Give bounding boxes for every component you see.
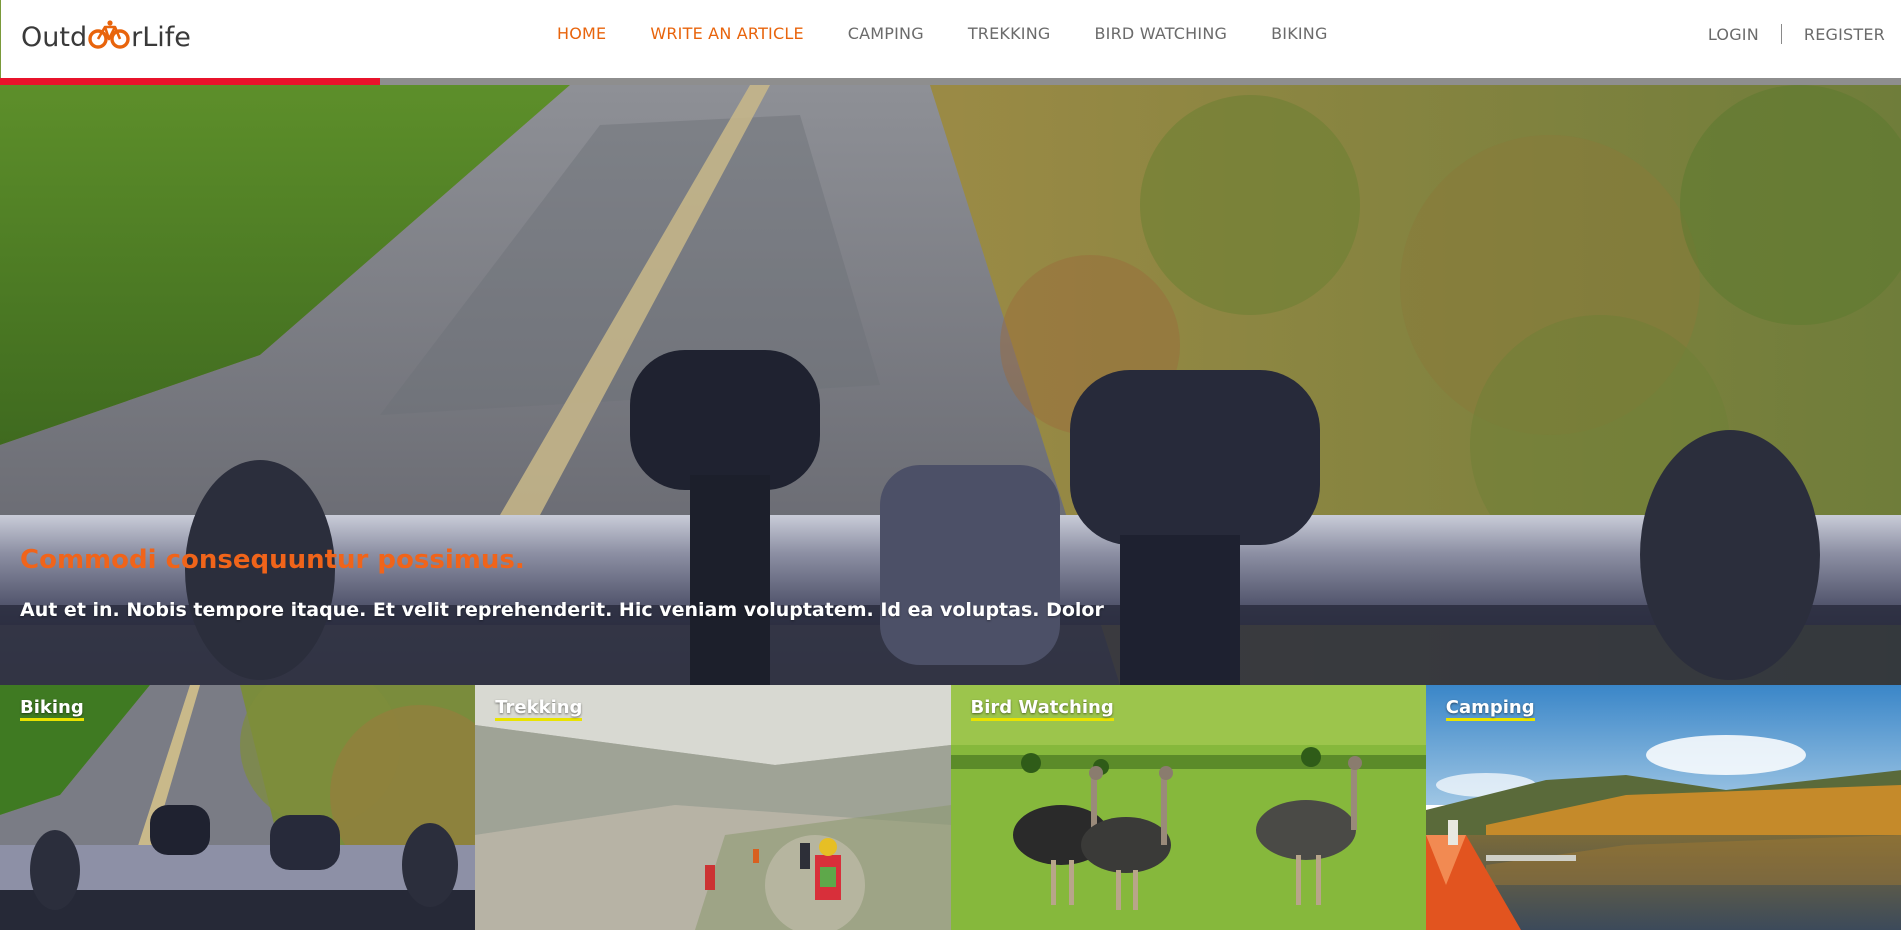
- hero-bike-road-image: [0, 85, 1901, 685]
- trekking-image: [475, 685, 951, 930]
- nav-item-trekking[interactable]: TREKKING: [968, 24, 1051, 43]
- nav-item-biking[interactable]: BIKING: [1271, 24, 1327, 43]
- auth-divider: [1780, 24, 1782, 44]
- category-tile-trekking[interactable]: Trekking: [475, 685, 951, 930]
- main-nav: HOME WRITE AN ARTICLE CAMPING TREKKING B…: [557, 24, 1372, 43]
- nav-item-write-article[interactable]: WRITE AN ARTICLE: [650, 24, 803, 43]
- logo-text-end: rLife: [131, 21, 191, 53]
- category-tile-bird-watching[interactable]: Bird Watching: [950, 685, 1426, 930]
- reading-progress-bar: [0, 78, 1901, 85]
- bird-watching-image: [950, 685, 1426, 930]
- reading-progress-fill: [0, 78, 381, 85]
- hero-title[interactable]: Commodi consequuntur possimus.: [20, 545, 525, 575]
- nav-item-camping[interactable]: CAMPING: [848, 24, 924, 43]
- category-label-biking[interactable]: Biking: [20, 697, 84, 721]
- biking-image: [0, 685, 476, 930]
- category-tile-camping[interactable]: Camping: [1425, 685, 1901, 930]
- auth-links: LOGIN REGISTER: [1708, 24, 1885, 44]
- category-tile-biking[interactable]: Biking: [0, 685, 476, 930]
- camping-image: [1425, 685, 1901, 930]
- category-tiles: Biking Trekking Bird Watching Camping: [0, 685, 1901, 930]
- category-label-trekking[interactable]: Trekking: [495, 697, 583, 721]
- category-label-bird-watching[interactable]: Bird Watching: [970, 697, 1114, 721]
- nav-item-bird-watching[interactable]: BIRD WATCHING: [1095, 24, 1228, 43]
- register-link[interactable]: REGISTER: [1804, 25, 1885, 44]
- logo-text-start: Outd: [21, 21, 88, 53]
- site-header: Outd rLife HOME WRITE AN ARTICLE CAMPING…: [0, 0, 1901, 78]
- login-link[interactable]: LOGIN: [1708, 25, 1759, 44]
- hero-text: Aut et in. Nobis tempore itaque. Et veli…: [20, 599, 1104, 621]
- category-label-camping[interactable]: Camping: [1445, 697, 1535, 721]
- site-logo[interactable]: Outd rLife: [21, 19, 191, 55]
- hero-banner[interactable]: Commodi consequuntur possimus. Aut et in…: [0, 85, 1901, 685]
- bicycle-icon: [88, 20, 130, 50]
- nav-item-home[interactable]: HOME: [557, 24, 606, 43]
